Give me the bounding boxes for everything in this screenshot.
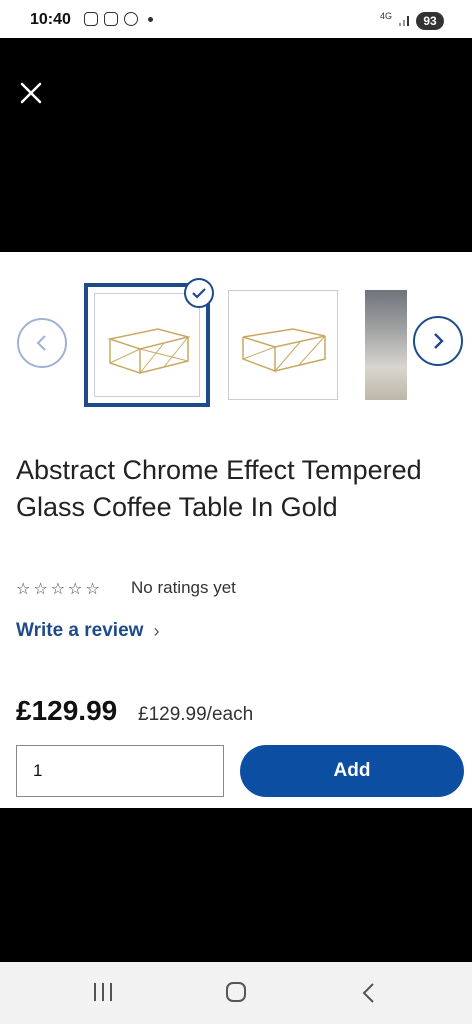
chevron-right-icon: › [153, 620, 160, 641]
close-icon[interactable] [16, 78, 46, 108]
battery-indicator: 93 [416, 12, 444, 30]
write-review-link[interactable]: Write a review › [16, 620, 159, 642]
notification-icons [84, 12, 153, 26]
status-time: 10:40 [30, 11, 71, 28]
overlay-top [0, 38, 472, 252]
overlay-bottom [0, 808, 472, 962]
chevron-left-icon [36, 335, 46, 351]
star-empty-icon: ☆ [33, 581, 48, 598]
status-bar: 10:40 4G 93 [0, 0, 472, 38]
star-empty-icon: ☆ [68, 581, 83, 598]
gallery-prev-button[interactable] [17, 318, 67, 368]
star-empty-icon: ☆ [50, 581, 66, 598]
recent-apps-icon[interactable] [94, 983, 112, 1001]
chrome-icon [124, 12, 138, 26]
chevron-right-icon [434, 333, 444, 349]
more-notifications-icon [148, 16, 153, 22]
screenshot-icon [84, 12, 98, 26]
signal-icon [399, 16, 409, 26]
network-type: 4G [380, 11, 393, 21]
write-review-label: Write a review [16, 620, 144, 641]
star-empty-icon: ☆ [16, 581, 31, 598]
star-rating: ☆ ☆ ☆ ☆ ☆ [16, 579, 100, 599]
star-empty-icon: ☆ [85, 581, 100, 598]
home-icon[interactable] [226, 982, 246, 1002]
gallery-next-button[interactable] [413, 316, 463, 366]
add-to-trolley-button[interactable]: Add [240, 745, 464, 797]
gallery-thumbnail-3[interactable] [365, 290, 407, 400]
unit-price: £129.99/each [138, 704, 254, 725]
rating-text: No ratings yet [131, 578, 236, 597]
product-title: Abstract Chrome Effect Tempered Glass Co… [16, 455, 422, 522]
coffee-table-image [242, 328, 326, 373]
selected-check-icon [184, 278, 214, 308]
gallery-thumbnail-2[interactable] [228, 290, 338, 400]
instagram-icon [104, 12, 118, 26]
product-price: £129.99 [16, 695, 118, 726]
back-icon[interactable] [360, 982, 378, 1004]
quantity-input[interactable]: 1 [16, 745, 224, 797]
